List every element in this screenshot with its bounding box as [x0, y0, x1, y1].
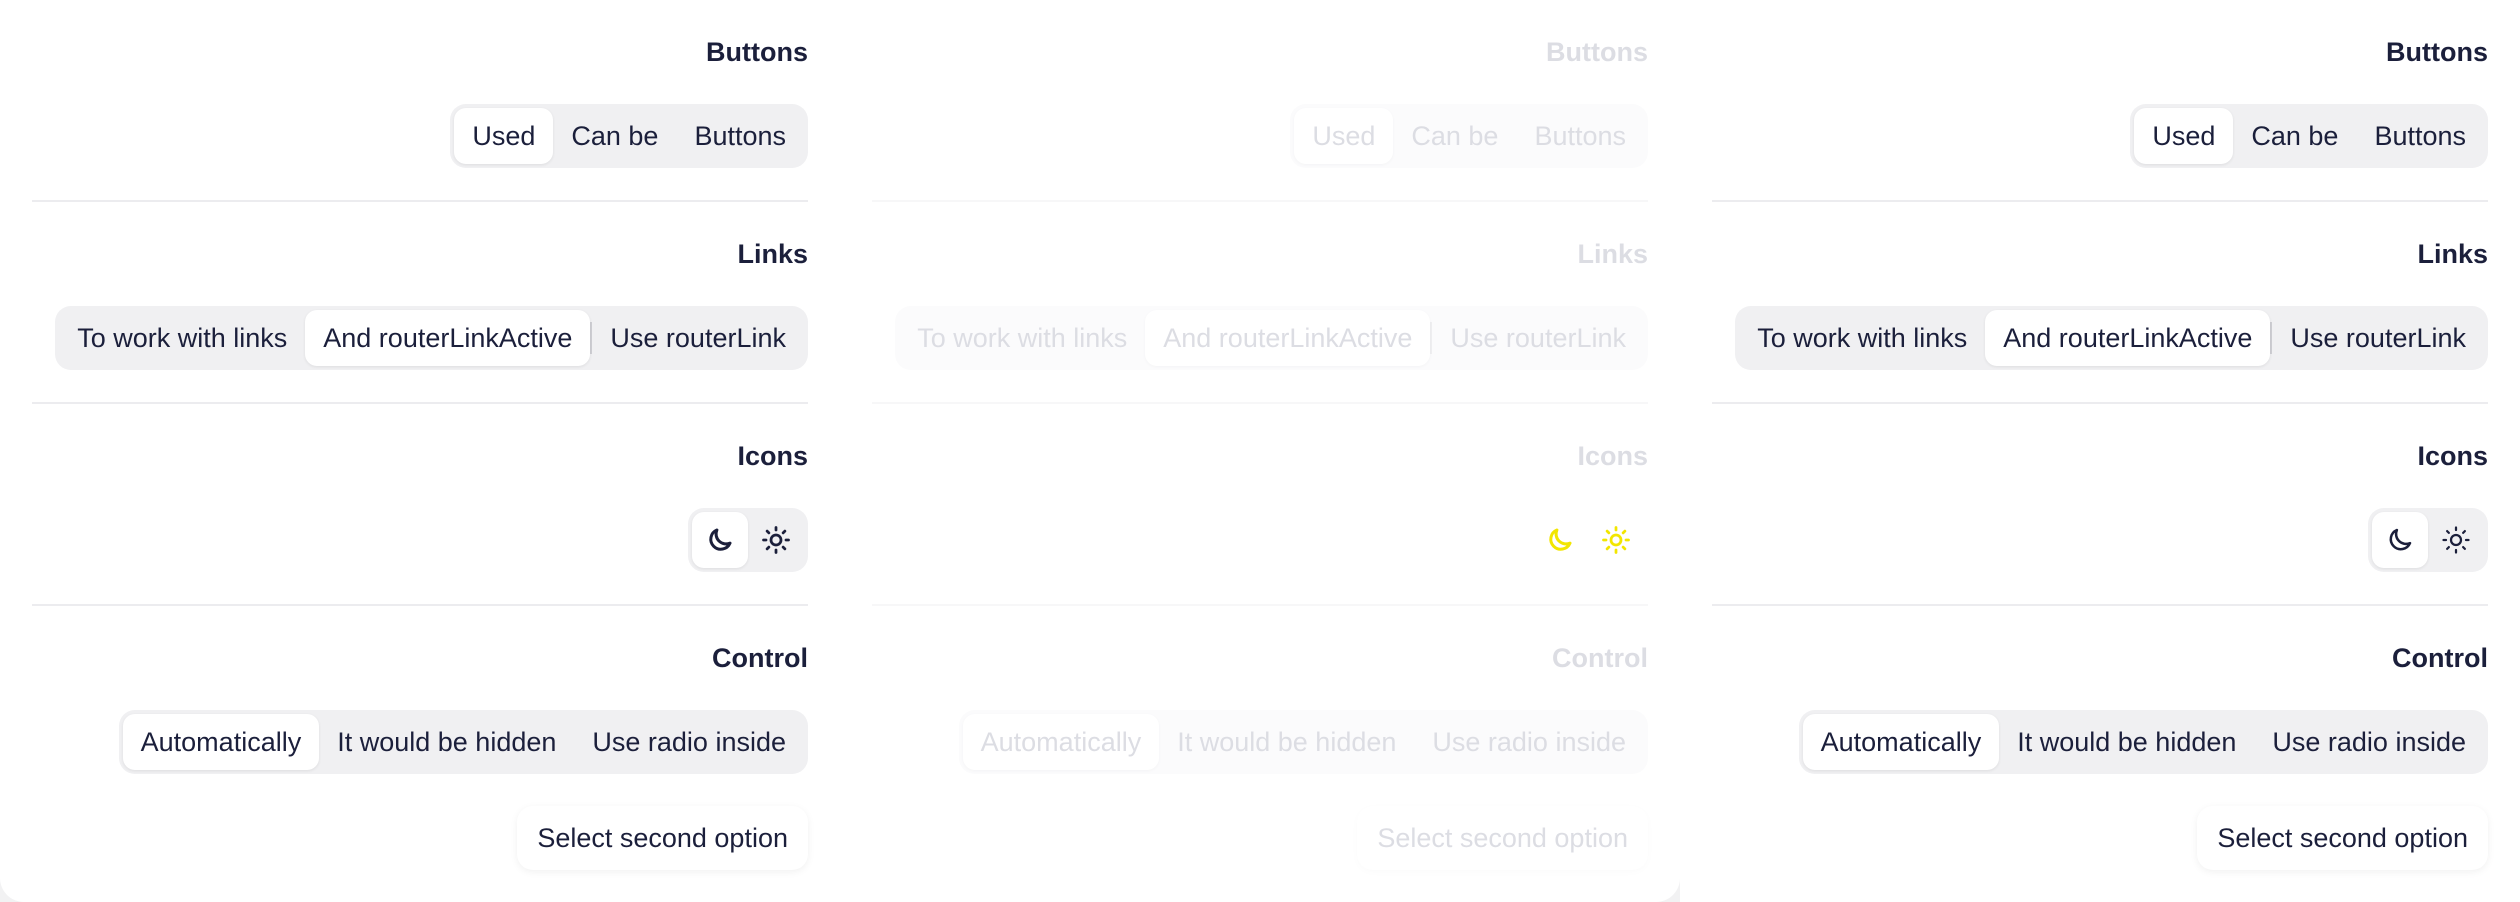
divider	[1712, 402, 2488, 404]
section-title: Control	[1552, 643, 1648, 673]
demo-panel-1: Buttons Used Can be Buttons Links To wor…	[0, 0, 840, 902]
segment-option[interactable]: Used	[1294, 108, 1394, 164]
icons-segmented	[2368, 508, 2488, 572]
section-title: Buttons	[706, 37, 808, 67]
section-title: Icons	[2417, 441, 2488, 471]
select-second-option-button[interactable]: Select second option	[1357, 806, 1648, 870]
buttons-section: Buttons Used Can be Buttons	[1712, 32, 2488, 168]
select-second-option-button[interactable]: Select second option	[2197, 806, 2488, 870]
sun-icon[interactable]	[2428, 512, 2484, 568]
radio-option[interactable]: It would be hidden	[1159, 714, 1414, 770]
radio-option[interactable]: Automatically	[122, 714, 320, 770]
select-second-option-button[interactable]: Select second option	[517, 806, 808, 870]
links-section: Links To work with links And routerLinkA…	[872, 234, 1648, 370]
segment-link[interactable]: To work with links	[59, 310, 305, 366]
demo-panel-3: Buttons Used Can be Buttons Links To wor…	[1680, 0, 2520, 902]
buttons-section: Buttons Used Can be Buttons	[872, 32, 1648, 168]
links-segmented: To work with links And routerLinkActive …	[1735, 306, 2488, 370]
links-segmented: To work with links And routerLinkActive …	[55, 306, 808, 370]
section-title: Links	[737, 239, 808, 269]
buttons-section: Buttons Used Can be Buttons	[32, 32, 808, 168]
control-segmented: Automatically It would be hidden Use rad…	[118, 710, 808, 774]
segment-option[interactable]: Buttons	[2356, 108, 2484, 164]
section-title: Icons	[1577, 441, 1648, 471]
divider	[872, 402, 1648, 404]
buttons-segmented: Used Can be Buttons	[1290, 104, 1648, 168]
segment-link[interactable]: To work with links	[1739, 310, 1985, 366]
divider	[872, 200, 1648, 202]
moon-icon[interactable]	[1532, 512, 1588, 568]
segment-link[interactable]: Use routerLink	[2272, 310, 2484, 366]
control-section: Control Automatically It would be hidden…	[1712, 638, 2488, 870]
sun-icon[interactable]	[1588, 512, 1644, 568]
radio-option[interactable]: It would be hidden	[319, 714, 574, 770]
section-title: Links	[2417, 239, 2488, 269]
icons-segmented	[1528, 508, 1648, 572]
section-title: Buttons	[2386, 37, 2488, 67]
segment-link[interactable]: And routerLinkActive	[1985, 310, 2271, 366]
sun-icon[interactable]	[748, 512, 804, 568]
divider	[872, 604, 1648, 606]
segment-option[interactable]: Can be	[553, 108, 676, 164]
divider	[32, 402, 808, 404]
buttons-segmented: Used Can be Buttons	[2130, 104, 2488, 168]
section-title: Links	[1577, 239, 1648, 269]
segment-option[interactable]: Used	[2134, 108, 2234, 164]
icons-section: Icons	[1712, 436, 2488, 572]
icons-section: Icons	[872, 436, 1648, 554]
control-segmented: Automatically It would be hidden Use rad…	[958, 710, 1648, 774]
section-title: Icons	[737, 441, 808, 471]
segment-option[interactable]: Buttons	[1516, 108, 1644, 164]
moon-icon[interactable]	[692, 512, 748, 568]
divider	[32, 604, 808, 606]
links-segmented: To work with links And routerLinkActive …	[895, 306, 1648, 370]
segment-link[interactable]: Use routerLink	[1432, 310, 1644, 366]
control-section: Control Automatically It would be hidden…	[32, 638, 808, 870]
radio-option[interactable]: It would be hidden	[1999, 714, 2254, 770]
divider	[1712, 604, 2488, 606]
moon-icon[interactable]	[2372, 512, 2428, 568]
control-section: Control Automatically It would be hidden…	[872, 638, 1648, 870]
divider	[1712, 200, 2488, 202]
demo-panel-2: Buttons Used Can be Buttons Links To wor…	[840, 0, 1680, 902]
radio-option[interactable]: Use radio inside	[2254, 714, 2484, 770]
icons-segmented	[688, 508, 808, 572]
radio-option[interactable]: Use radio inside	[574, 714, 804, 770]
radio-option[interactable]: Use radio inside	[1414, 714, 1644, 770]
segment-link[interactable]: Use routerLink	[592, 310, 804, 366]
segment-option[interactable]: Can be	[1393, 108, 1516, 164]
segment-link[interactable]: To work with links	[899, 310, 1145, 366]
section-title: Buttons	[1546, 37, 1648, 67]
section-title: Control	[2392, 643, 2488, 673]
segment-option[interactable]: Buttons	[676, 108, 804, 164]
section-title: Control	[712, 643, 808, 673]
links-section: Links To work with links And routerLinkA…	[1712, 234, 2488, 370]
segment-option[interactable]: Can be	[2233, 108, 2356, 164]
links-section: Links To work with links And routerLinkA…	[32, 234, 808, 370]
divider	[32, 200, 808, 202]
segment-link[interactable]: And routerLinkActive	[1145, 310, 1431, 366]
control-segmented: Automatically It would be hidden Use rad…	[1798, 710, 2488, 774]
buttons-segmented: Used Can be Buttons	[450, 104, 808, 168]
icons-section: Icons	[32, 436, 808, 572]
segment-option[interactable]: Used	[454, 108, 554, 164]
radio-option[interactable]: Automatically	[962, 714, 1160, 770]
radio-option[interactable]: Automatically	[1802, 714, 2000, 770]
segment-link[interactable]: And routerLinkActive	[305, 310, 591, 366]
